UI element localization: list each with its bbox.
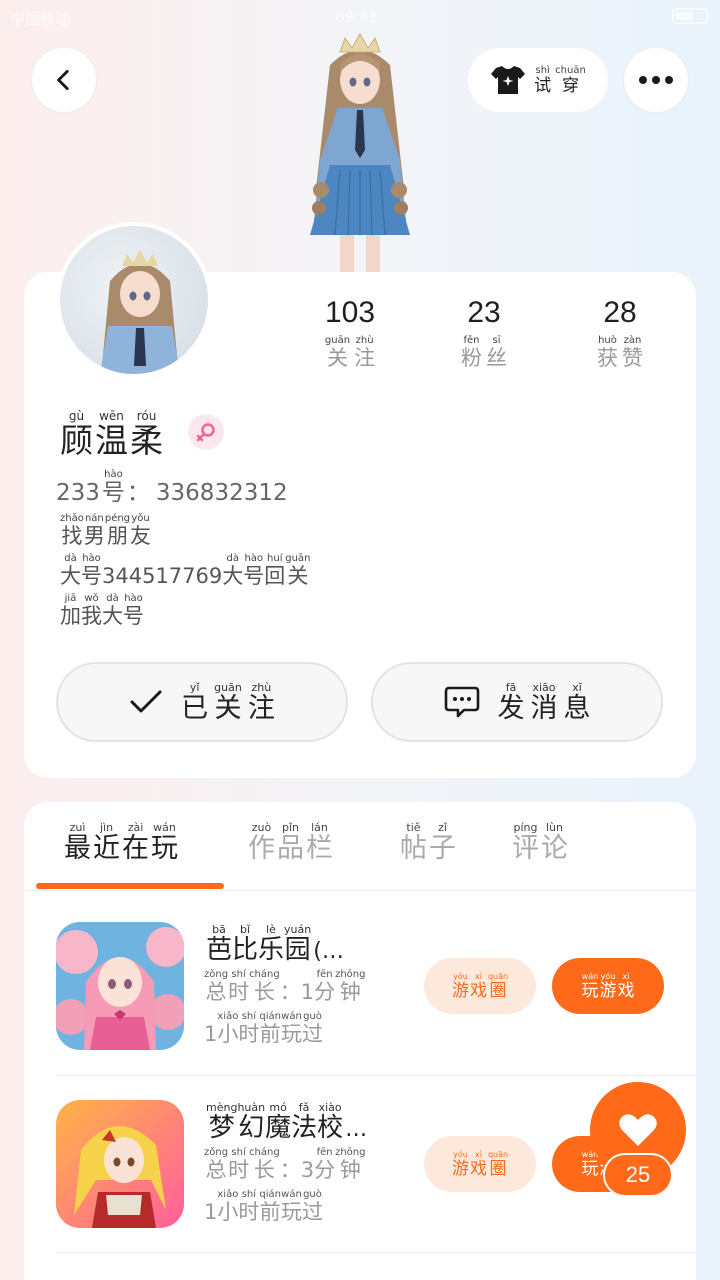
checkmark-icon [130,690,162,713]
user-avatar[interactable] [56,222,212,378]
game-total-duration: zǒng 总 shí 时 cháng 长 ： 1 fēn 分 zhōng 钟 [204,969,366,1004]
more-dots-icon [639,76,673,84]
game-last-played: 1 xiǎo 小 shí 时 qián 前 wán 玩 guò 过 [204,1189,323,1224]
character-avatar-image [310,32,410,275]
active-tab-indicator [36,883,224,889]
tshirt-icon [491,66,526,94]
bio-line-2: dà 大 hào 号 344517769 dà 大 hào 号 huí 回 guān 关 [60,553,311,588]
tab-comments[interactable]: píng 评 lùn 论 [512,822,568,862]
tab-recently-played[interactable]: zuì 最 jìn 近 zài 在 wán 玩 [64,822,178,862]
divider [56,1252,696,1253]
battery-icon [672,8,708,24]
chat-bubble-icon [444,686,479,718]
game-title: bā 芭 bǐ 比 lè 乐 yuán 园 (… [206,923,344,965]
stat-following[interactable]: 103 guān 关 zhù 注 [290,296,410,369]
like-count-badge: 25 [603,1153,673,1197]
try-on-button[interactable]: shì 试 chuān 穿 [468,48,608,112]
bio-line-1: zhǎo 找 nán 男 péng 朋 yǒu 友 [60,513,152,548]
game-title: mèng 梦 huàn 幻 mó 魔 fǎ 法 xiào 校 … [206,1101,368,1143]
divider [24,890,696,891]
divider [56,1075,696,1076]
more-options-button[interactable] [624,48,688,112]
stat-followers[interactable]: 23 fěn 粉 sī 丝 [424,296,544,369]
chevron-left-icon [57,69,69,91]
heart-icon [619,1114,657,1146]
send-message-button[interactable]: fā 发 xiāo 消 xī 息 [371,662,663,742]
carrier-label: 中国移动 [10,10,71,28]
tab-works[interactable]: zuò 作 pǐn 品 lán 栏 [248,822,333,862]
back-button[interactable] [32,48,96,112]
game-icon-image[interactable] [56,922,184,1050]
game-circle-button[interactable]: yóu 游 xì 戏 quān 圈 [424,1136,536,1192]
game-last-played: 1 xiǎo 小 shí 时 qián 前 wán 玩 guò 过 [204,1011,323,1046]
avatar-portrait [100,250,180,374]
user-name: gù 顾 wēn 温 róu 柔 [60,409,163,460]
stat-likes[interactable]: 28 huò 获 zàn 赞 [560,296,680,369]
game-icon-image[interactable] [56,1100,184,1228]
play-game-button[interactable]: wán玩 yóu游 xì戏 [552,958,664,1014]
clock: 09:41 [335,8,379,26]
female-gender-icon [188,414,224,450]
user-id: 233 hào 号 ： 336832312 [56,469,288,506]
bio-line-3: jiā 加 wǒ 我 dà 大 hào 号 [60,593,144,628]
tab-posts[interactable]: tiě 帖 zǐ 子 [400,822,456,862]
game-circle-button[interactable]: yóu 游 xì 戏 quān 圈 [424,958,536,1014]
followed-button[interactable]: yǐ 已 guān 关 zhù 注 [56,662,348,742]
game-total-duration: zǒng 总 shí 时 cháng 长 ： 3 fēn 分 zhōng 钟 [204,1147,366,1182]
list-item[interactable]: bā 芭 bǐ 比 lè 乐 yuán 园 (… zǒng 总 shí 时 cháng 长 ：… [56,922,696,1062]
